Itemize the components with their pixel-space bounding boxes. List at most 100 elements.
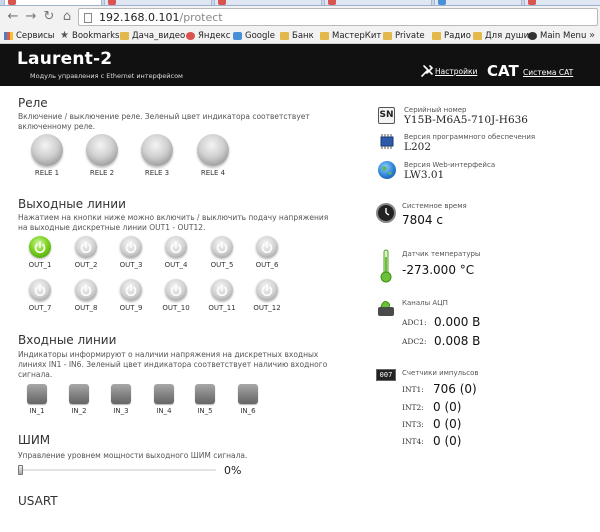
forward-arrow-icon[interactable]: → — [24, 9, 38, 25]
output-label: OUT_10 — [162, 304, 190, 312]
github-icon — [528, 32, 537, 40]
site-header: Laurent-2 Модуль управления с Ethernet и… — [0, 44, 600, 86]
relay-button[interactable]: RELE 1 — [27, 134, 67, 177]
outputs-title: Выходные линии — [18, 197, 126, 211]
brand-title: Laurent-2 — [17, 49, 113, 69]
output-button[interactable]: OUT_4 — [158, 236, 194, 270]
relay-knob — [31, 134, 63, 166]
int4-key: INT4: — [402, 437, 424, 446]
url-host: 192.168.0.101 — [99, 11, 180, 24]
back-arrow-icon[interactable]: ← — [6, 9, 20, 25]
relay-button[interactable]: RELE 3 — [137, 134, 177, 177]
address-bar[interactable]: 192.168.0.101/protect — [78, 8, 598, 26]
page: ← → ↻ ⌂ 192.168.0.101/protect Сервисы ★ B… — [0, 0, 600, 532]
adc-label: Каналы АЦП — [402, 299, 448, 307]
folder-icon — [320, 32, 329, 40]
bookmark-yandex[interactable]: Яндекс — [186, 29, 230, 43]
firmware-label: Версия программного обеспечения — [404, 133, 536, 141]
output-label: OUT_1 — [28, 261, 52, 269]
power-icon — [75, 236, 97, 258]
pwm-description: Управление уровнем мощности выходного ШИ… — [18, 451, 248, 460]
output-button[interactable]: OUT_3 — [113, 236, 149, 270]
temperature-value: -273.000 °C — [402, 263, 475, 277]
brand-subtitle: Модуль управления с Ethernet интерфейсом — [30, 72, 183, 80]
web-version-label: Версия Web-интерфейса — [404, 161, 496, 169]
apps-icon — [4, 32, 13, 40]
bookmark-services[interactable]: Сервисы — [4, 29, 54, 43]
favicon-icon — [328, 0, 336, 5]
bookmark-masterkit[interactable]: МастерКит — [320, 29, 381, 43]
relay-button[interactable]: RELE 2 — [82, 134, 122, 177]
bookmark-radio[interactable]: Радио — [432, 29, 471, 43]
output-button[interactable]: OUT_12 — [249, 279, 285, 313]
input-indicator-lamp — [195, 384, 215, 404]
pwm-slider[interactable] — [18, 465, 216, 475]
output-button[interactable]: OUT_6 — [249, 236, 285, 270]
reload-icon[interactable]: ↻ — [42, 9, 56, 25]
page-icon — [84, 13, 92, 23]
output-button[interactable]: OUT_7 — [22, 279, 58, 313]
bookmark-main-menu[interactable]: Main Menu — [528, 29, 586, 43]
bookmark-label: Bookmarks — [72, 31, 120, 41]
output-label: OUT_6 — [255, 261, 279, 269]
output-button[interactable]: OUT_1 — [22, 236, 58, 270]
serial-value: Y15B-M6A5-710J-H636 — [404, 114, 528, 126]
clock-icon — [376, 203, 396, 223]
bookmark-label: Для души — [485, 31, 530, 41]
bookmark-bank[interactable]: Банк — [280, 29, 314, 43]
pwm-title: ШИМ — [18, 433, 51, 447]
bookmark-label: Яндекс — [198, 31, 231, 41]
settings-link[interactable]: Настройки — [420, 64, 477, 80]
favicon-icon — [438, 0, 446, 5]
address-url[interactable]: 192.168.0.101/protect — [99, 10, 223, 25]
pwm-value: 0% — [224, 464, 242, 477]
output-button[interactable]: OUT_2 — [68, 236, 104, 270]
output-button[interactable]: OUT_8 — [68, 279, 104, 313]
bookmark-dacha-video[interactable]: Дача_видео — [120, 29, 185, 43]
pwm-slider-thumb[interactable] — [18, 465, 23, 475]
favicon-icon — [528, 0, 536, 5]
output-label: OUT_12 — [253, 304, 281, 312]
bookmark-private[interactable]: Private — [383, 29, 425, 43]
output-button[interactable]: OUT_11 — [204, 279, 240, 313]
favicon-icon — [8, 0, 16, 5]
favicon-icon — [108, 0, 116, 5]
bookmark-label: Сервисы — [16, 31, 55, 41]
bookmark-label: Дача_видео — [132, 31, 186, 41]
relay-button[interactable]: RELE 4 — [193, 134, 233, 177]
bookmarks-overflow-button[interactable]: » — [589, 29, 595, 43]
relay-label: RELE 4 — [200, 169, 226, 177]
output-label: OUT_11 — [208, 304, 236, 312]
relays-description: Включение / выключение реле. Зеленый цве… — [18, 112, 310, 131]
bookmark-dlya-dushi[interactable]: Для души — [473, 29, 529, 43]
counters-label: Счетчики импульсов — [402, 369, 479, 377]
folder-icon — [280, 32, 289, 40]
bookmark-google[interactable]: Google — [233, 29, 275, 43]
system-time-value: 7804 с — [402, 213, 443, 227]
input-indicator: IN_1 — [22, 384, 52, 416]
serial-number-icon: SN — [378, 107, 395, 124]
bookmarks-bar: Сервисы ★ Bookmarks Дача_видео Яндекс Goo… — [0, 28, 600, 44]
output-label: OUT_5 — [210, 261, 234, 269]
relay-knob — [197, 134, 229, 166]
folder-icon — [120, 32, 129, 40]
input-indicator-lamp — [154, 384, 174, 404]
thermometer-icon — [380, 249, 392, 283]
output-button[interactable]: OUT_10 — [158, 279, 194, 313]
input-indicator-lamp — [27, 384, 47, 404]
serial-label: Серийный номер — [404, 106, 467, 114]
output-label: OUT_8 — [74, 304, 98, 312]
int4-value: 0 (0) — [433, 434, 462, 448]
cat-system-link[interactable]: Система CAT — [523, 68, 573, 77]
input-indicator: IN_4 — [149, 384, 179, 416]
adc2-value: 0.008 В — [434, 334, 481, 348]
input-label: IN_5 — [197, 407, 213, 415]
output-button[interactable]: OUT_9 — [113, 279, 149, 313]
inputs-description: Индикаторы информируют о наличии напряже… — [18, 350, 328, 379]
output-button[interactable]: OUT_5 — [204, 236, 240, 270]
bookmark-bookmarks[interactable]: ★ Bookmarks — [60, 29, 120, 43]
system-time-label: Системное время — [402, 202, 467, 210]
home-icon[interactable]: ⌂ — [60, 9, 74, 25]
bookmark-label: Google — [245, 31, 275, 41]
relay-label: RELE 1 — [34, 169, 60, 177]
